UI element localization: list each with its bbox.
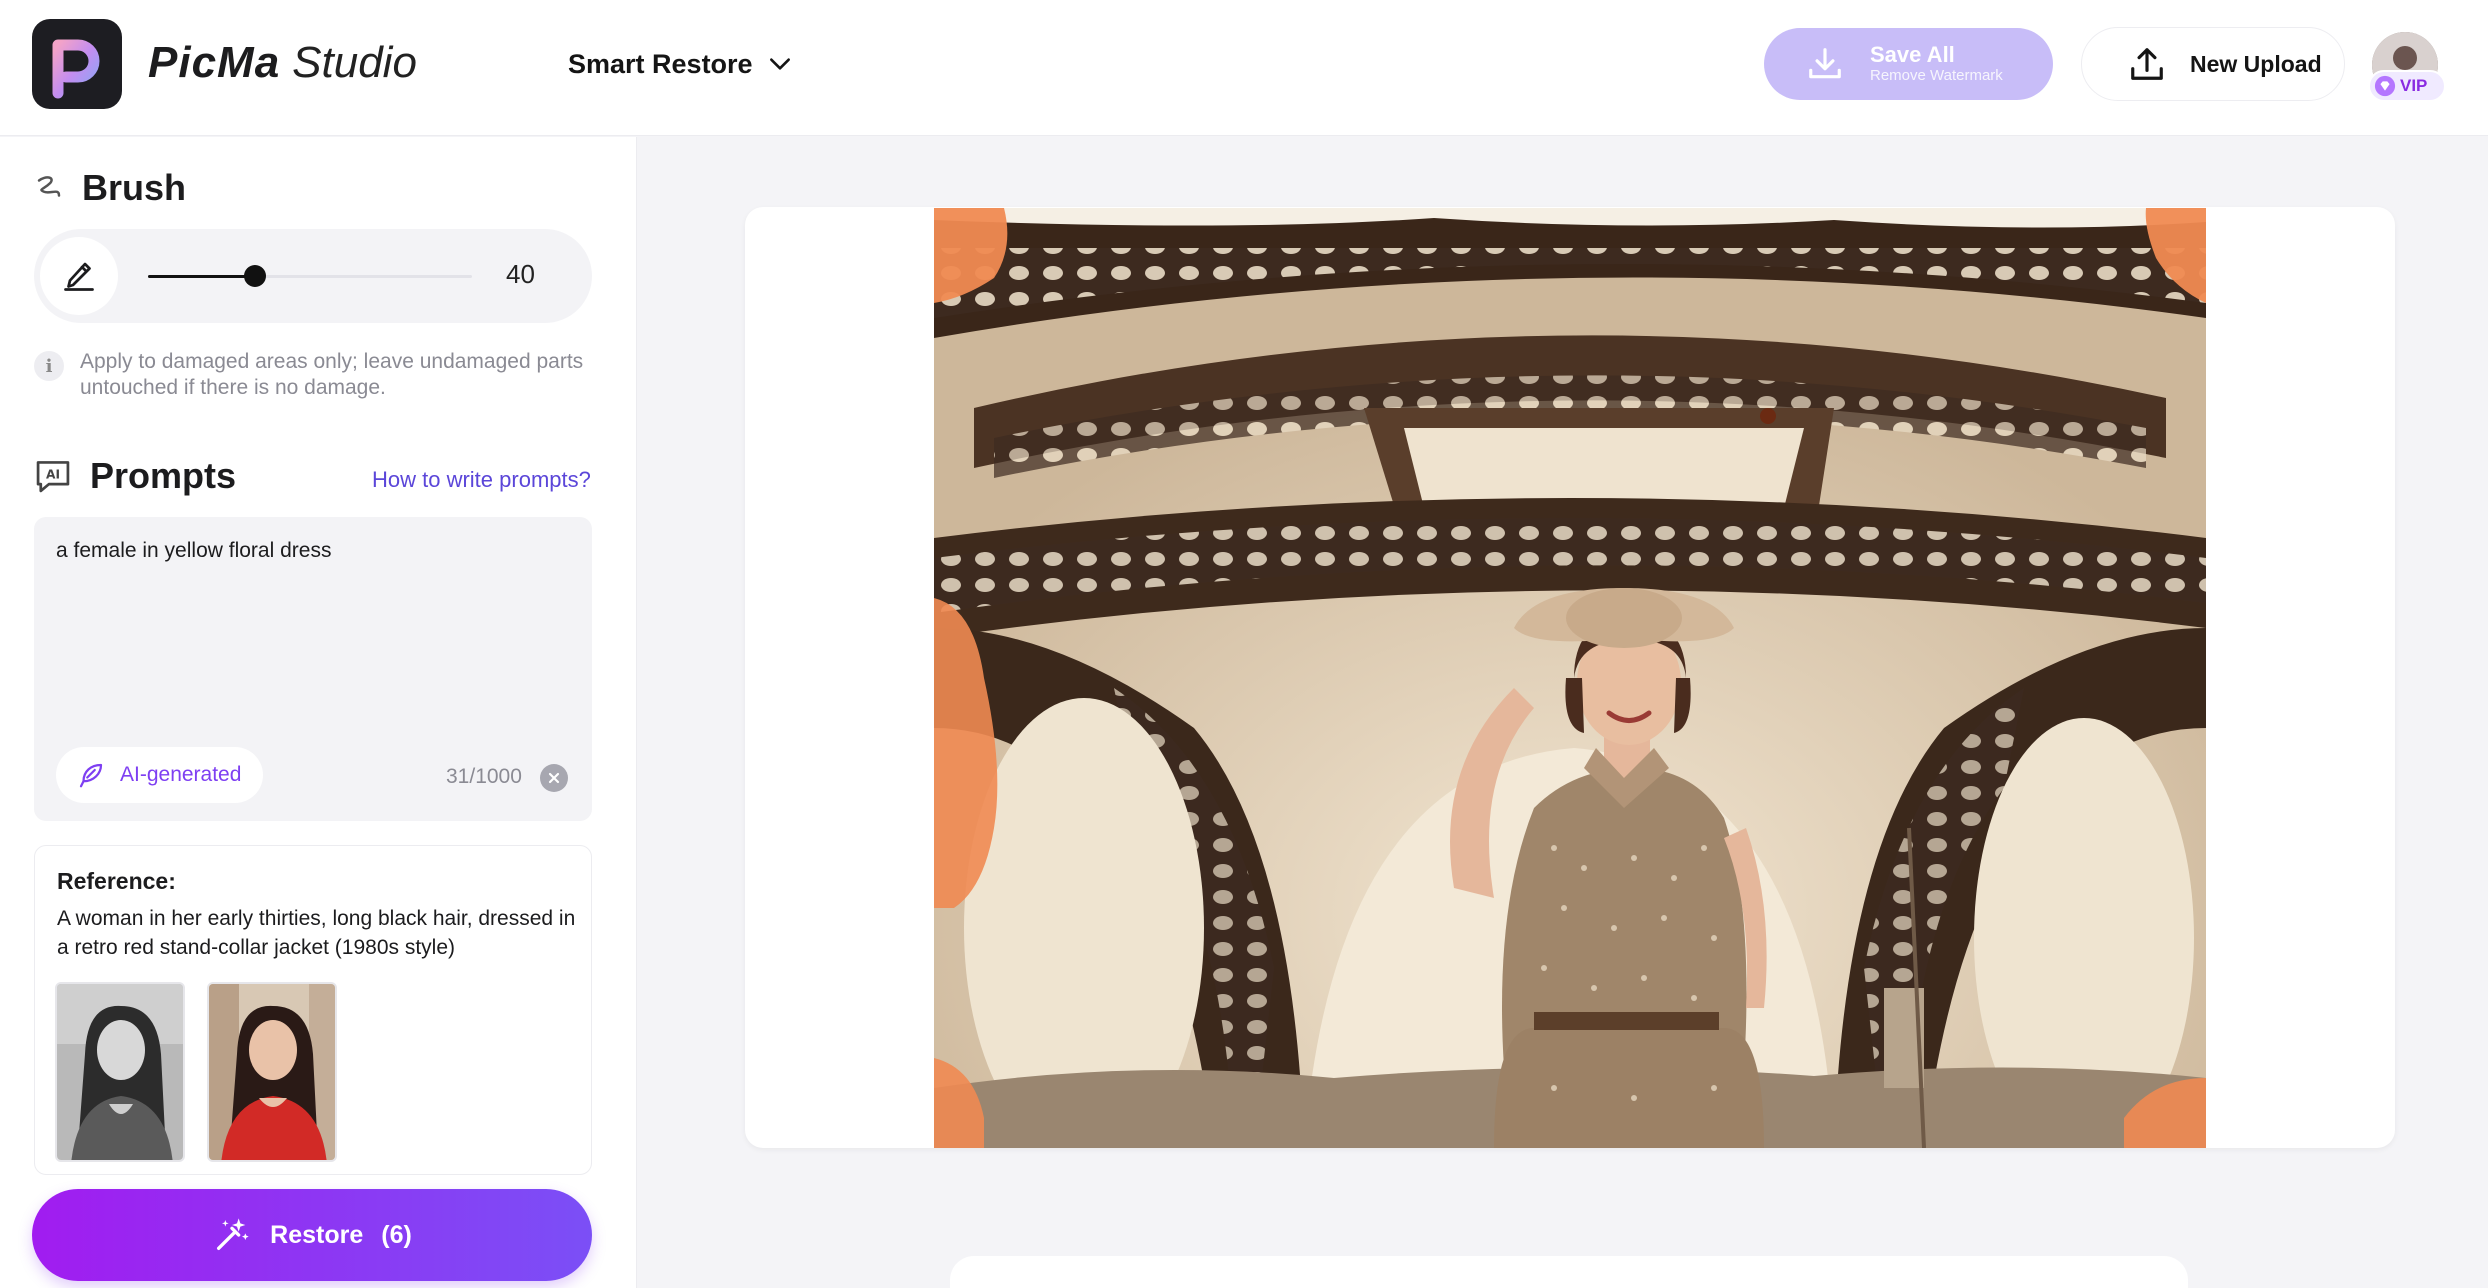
restore-button[interactable]: Restore (6) — [32, 1189, 592, 1281]
how-to-write-prompts-link[interactable]: How to write prompts? — [372, 467, 591, 493]
user-menu[interactable]: VIP — [2368, 32, 2446, 104]
top-bar: PicMa Studio Smart Restore Save All Remov… — [0, 0, 2488, 136]
magic-wand-icon — [217, 1218, 249, 1250]
vip-label: VIP — [2400, 76, 2428, 95]
clear-prompt-icon[interactable] — [540, 764, 568, 792]
chevron-down-icon — [769, 58, 790, 70]
new-upload-label: New Upload — [2190, 50, 2322, 77]
app-wordmark: PicMa Studio — [148, 36, 417, 90]
character-counter: 31/1000 — [446, 765, 522, 788]
reference-thumb-after[interactable] — [207, 982, 337, 1162]
brush-size-value: 40 — [506, 259, 535, 289]
download-icon — [1809, 48, 1841, 79]
brush-stroke-icon — [37, 176, 61, 197]
restored-photo[interactable] — [934, 208, 2206, 1148]
secondary-panel — [950, 1256, 2188, 1288]
mode-label: Smart Restore — [568, 48, 753, 79]
reference-title: Reference: — [57, 868, 176, 894]
ai-generated-button[interactable]: AI-generated — [56, 747, 264, 803]
ai-generated-label: AI-generated — [120, 763, 242, 786]
tools-sidebar: Brush 40 i Apply to damaged areas only; … — [0, 137, 637, 1288]
slider-handle[interactable] — [243, 265, 266, 287]
brush-tool-button[interactable] — [40, 237, 118, 315]
mode-dropdown[interactable]: Smart Restore — [568, 44, 793, 84]
restore-label: Restore — [270, 1220, 364, 1249]
save-all-sublabel: Remove Watermark — [1870, 67, 2003, 84]
info-icon: i — [34, 351, 64, 381]
prompts-title: Prompts — [90, 455, 237, 496]
save-all-button[interactable]: Save All Remove Watermark — [1764, 28, 2053, 100]
prompt-text[interactable]: a female in yellow floral dress — [56, 539, 331, 563]
save-all-label: Save All — [1870, 42, 1955, 67]
prompt-textarea[interactable]: a female in yellow floral dress AI-gener… — [34, 517, 592, 821]
app-name-bold: PicMa — [148, 38, 281, 87]
reference-card: Reference: A woman in her early thirties… — [34, 845, 592, 1175]
brush-hint: i Apply to damaged areas only; leave und… — [34, 349, 594, 401]
ai-chat-icon: AI — [36, 461, 70, 493]
feather-icon — [79, 763, 103, 788]
app-name-light: Studio — [292, 38, 417, 87]
brush-hint-text: Apply to damaged areas only; leave undam… — [80, 350, 584, 399]
brush-title: Brush — [82, 167, 187, 208]
reference-thumb-before[interactable] — [55, 982, 185, 1162]
pen-icon — [64, 262, 94, 291]
svg-text:AI: AI — [46, 468, 60, 482]
reference-text: A woman in her early thirties, long blac… — [57, 907, 576, 959]
new-upload-button[interactable]: New Upload — [2081, 27, 2345, 101]
prompts-section-title: AI Prompts — [34, 455, 236, 497]
slider-fill — [148, 275, 255, 278]
restore-count: (6) — [381, 1220, 412, 1249]
vip-badge: VIP — [2368, 70, 2446, 102]
upload-icon — [2131, 48, 2163, 80]
diamond-icon — [2374, 75, 2396, 97]
brush-section-title: Brush — [34, 167, 186, 209]
brush-size-slider[interactable] — [148, 265, 472, 287]
app-logo-icon[interactable] — [32, 19, 122, 109]
brush-size-control: 40 — [34, 229, 592, 323]
